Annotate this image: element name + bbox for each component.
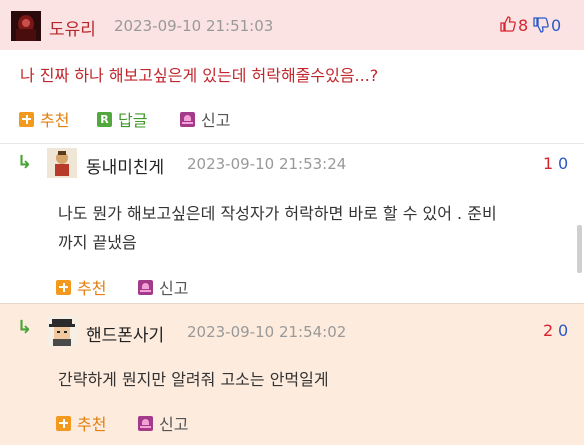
- plus-icon: [56, 279, 71, 295]
- recommend-button[interactable]: 추천: [56, 411, 106, 435]
- downvote-count: 0: [551, 16, 562, 35]
- plus-icon: [19, 111, 34, 127]
- timestamp: 2023-09-10 21:51:03: [114, 17, 274, 35]
- user-avatar[interactable]: [11, 11, 41, 41]
- reply-comment: ↳ 동내미친게 2023-09-10 21:53:24 1 0 나도 뭔가 해보…: [0, 143, 584, 303]
- thumbs-up-icon[interactable]: [500, 16, 516, 32]
- upvote-count: 8: [518, 16, 529, 35]
- recommend-button[interactable]: 추천: [56, 275, 106, 299]
- timestamp: 2023-09-10 21:53:24: [187, 155, 347, 173]
- report-icon: [180, 111, 195, 127]
- recommend-label: 추천: [77, 415, 107, 434]
- comment-text: 간략하게 뭔지만 알려줘 고소는 안먹일게: [58, 370, 329, 389]
- comment-text: 나도 뭔가 해보고싶은데 작성자가 허락하면 바로 할 수 있어 . 준비: [58, 204, 497, 223]
- nickname[interactable]: 도유리: [49, 15, 96, 40]
- reply-button[interactable]: R 답글: [97, 107, 147, 131]
- reply-arrow-icon: ↳: [17, 152, 33, 173]
- downvote-count: 0: [558, 154, 569, 173]
- nickname[interactable]: 동내미친게: [86, 153, 164, 178]
- reply-icon: R: [97, 111, 112, 127]
- timestamp: 2023-09-10 21:54:02: [187, 323, 347, 341]
- report-button[interactable]: 신고: [180, 107, 230, 131]
- comment-header: 도유리 2023-09-10 21:51:03 8 0: [0, 0, 584, 50]
- recommend-button[interactable]: 추천: [19, 107, 69, 131]
- comment-text-continued: 까지 끝냈음: [58, 233, 137, 252]
- nickname[interactable]: 핸드폰사기: [86, 321, 164, 346]
- reply-label: 답글: [118, 111, 148, 130]
- comment-text: 나 진짜 하나 해보고싶은게 있는데 허락해줄수있음...?: [20, 66, 379, 85]
- reply-comment: ↳ 핸드폰사기 2023-09-10 21:54:02 2 0 간략하게 뭔지만…: [0, 303, 584, 445]
- plus-icon: [56, 415, 71, 431]
- report-icon: [138, 279, 153, 295]
- report-button[interactable]: 신고: [138, 275, 188, 299]
- recommend-label: 추천: [40, 111, 70, 130]
- user-avatar[interactable]: [47, 148, 77, 178]
- downvote-count: 0: [558, 321, 569, 340]
- thumbs-down-icon[interactable]: [533, 17, 549, 33]
- main-comment: 도유리 2023-09-10 21:51:03 8 0 나 진짜 하나 해보고싶…: [0, 0, 584, 143]
- report-icon: [138, 415, 153, 431]
- report-label: 신고: [159, 415, 189, 434]
- report-label: 신고: [201, 111, 231, 130]
- report-button[interactable]: 신고: [138, 411, 188, 435]
- reply-arrow-icon: ↳: [17, 317, 33, 338]
- upvote-count: 1: [543, 154, 554, 173]
- report-label: 신고: [159, 279, 189, 298]
- scrollbar[interactable]: [577, 225, 582, 273]
- upvote-count: 2: [543, 321, 554, 340]
- user-avatar[interactable]: [47, 316, 77, 346]
- recommend-label: 추천: [77, 279, 107, 298]
